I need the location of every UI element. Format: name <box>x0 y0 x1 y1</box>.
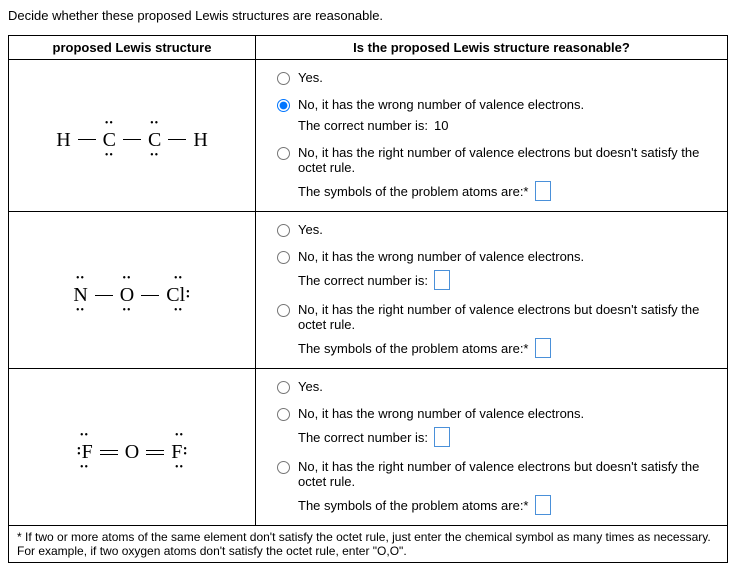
radio-wrong-valence[interactable] <box>277 251 290 264</box>
option-yes-label: Yes. <box>298 222 711 237</box>
correct-number-label: The correct number is: <box>298 118 428 133</box>
structure-hcch: H ••C•• ••C•• H <box>9 60 256 212</box>
symbols-input[interactable] <box>535 495 551 515</box>
radio-yes[interactable] <box>277 224 290 237</box>
radio-octet[interactable] <box>277 147 290 160</box>
table-row: H ••C•• ••C•• H Yes. No, it has the wron… <box>9 60 728 212</box>
option-octet-label: No, it has the right number of valence e… <box>298 302 711 332</box>
symbols-label: The symbols of the problem atoms are:* <box>298 498 529 513</box>
option-octet-label: No, it has the right number of valence e… <box>298 145 711 175</box>
structure-fof: ••••F•• O ••F•••• <box>9 369 256 526</box>
question-text: Decide whether these proposed Lewis stru… <box>8 8 729 23</box>
option-wrong-valence-label: No, it has the wrong number of valence e… <box>298 97 711 112</box>
symbols-input[interactable] <box>535 181 551 201</box>
correct-number-input[interactable] <box>434 427 450 447</box>
footnote: * If two or more atoms of the same eleme… <box>9 526 728 563</box>
structure-nocl: ••N•• ••O•• ••Cl•••• <box>9 212 256 369</box>
table-row: ••N•• ••O•• ••Cl•••• Yes. No, it has the… <box>9 212 728 369</box>
correct-number-value: 10 <box>434 118 454 133</box>
correct-number-label: The correct number is: <box>298 273 428 288</box>
table-row: ••••F•• O ••F•••• Yes. No, it has the wr… <box>9 369 728 526</box>
radio-octet[interactable] <box>277 461 290 474</box>
header-structure: proposed Lewis structure <box>9 36 256 60</box>
correct-number-input[interactable] <box>434 270 450 290</box>
radio-wrong-valence[interactable] <box>277 99 290 112</box>
lewis-table: proposed Lewis structure Is the proposed… <box>8 35 728 563</box>
radio-wrong-valence[interactable] <box>277 408 290 421</box>
symbols-label: The symbols of the problem atoms are:* <box>298 341 529 356</box>
option-octet-label: No, it has the right number of valence e… <box>298 459 711 489</box>
option-yes-label: Yes. <box>298 379 711 394</box>
option-wrong-valence-label: No, it has the wrong number of valence e… <box>298 406 711 421</box>
correct-number-label: The correct number is: <box>298 430 428 445</box>
radio-yes[interactable] <box>277 381 290 394</box>
radio-yes[interactable] <box>277 72 290 85</box>
symbols-input[interactable] <box>535 338 551 358</box>
symbols-label: The symbols of the problem atoms are:* <box>298 184 529 199</box>
option-yes-label: Yes. <box>298 70 711 85</box>
radio-octet[interactable] <box>277 304 290 317</box>
header-reasonable: Is the proposed Lewis structure reasonab… <box>256 36 728 60</box>
option-wrong-valence-label: No, it has the wrong number of valence e… <box>298 249 711 264</box>
